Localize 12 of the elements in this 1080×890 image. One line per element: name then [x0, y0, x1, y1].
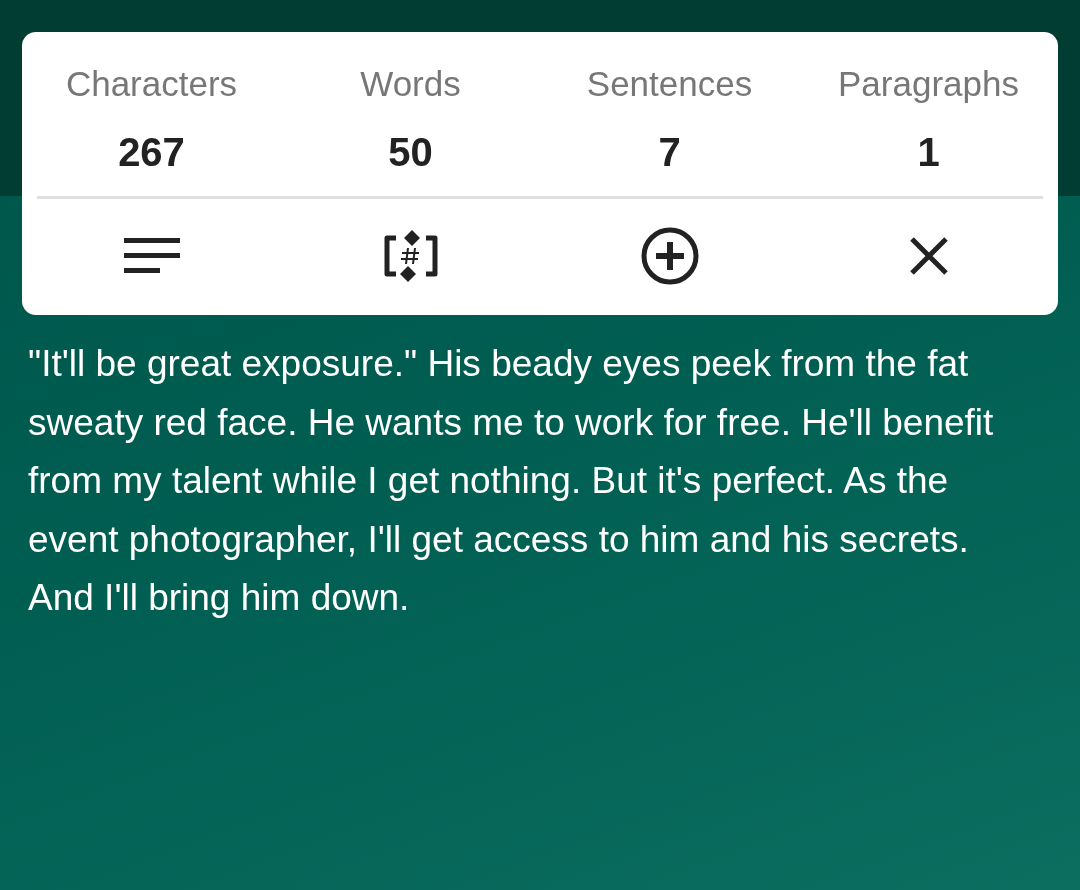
add-circle-icon: [639, 226, 700, 286]
stat-value: 50: [388, 129, 433, 176]
stat-label: Paragraphs: [838, 63, 1019, 105]
stat-label: Sentences: [586, 63, 753, 105]
text-lines-icon: [123, 238, 180, 274]
stat-label: Characters: [65, 63, 238, 105]
story-text: "It'll be great exposure." His beady eyes peek from the fat sweaty red face. He wants me to work for free. He'll benefit from my talent while I get nothing. But it's perfect. As the event photographer, I'll get access to him and his secrets. And I'll bring him down.: [28, 342, 995, 620]
close-icon: [908, 236, 949, 276]
stat-label: Words: [360, 63, 461, 105]
stat-value: 7: [658, 129, 681, 176]
stat-value: 1: [917, 129, 940, 176]
stat-value: 267: [118, 129, 185, 176]
